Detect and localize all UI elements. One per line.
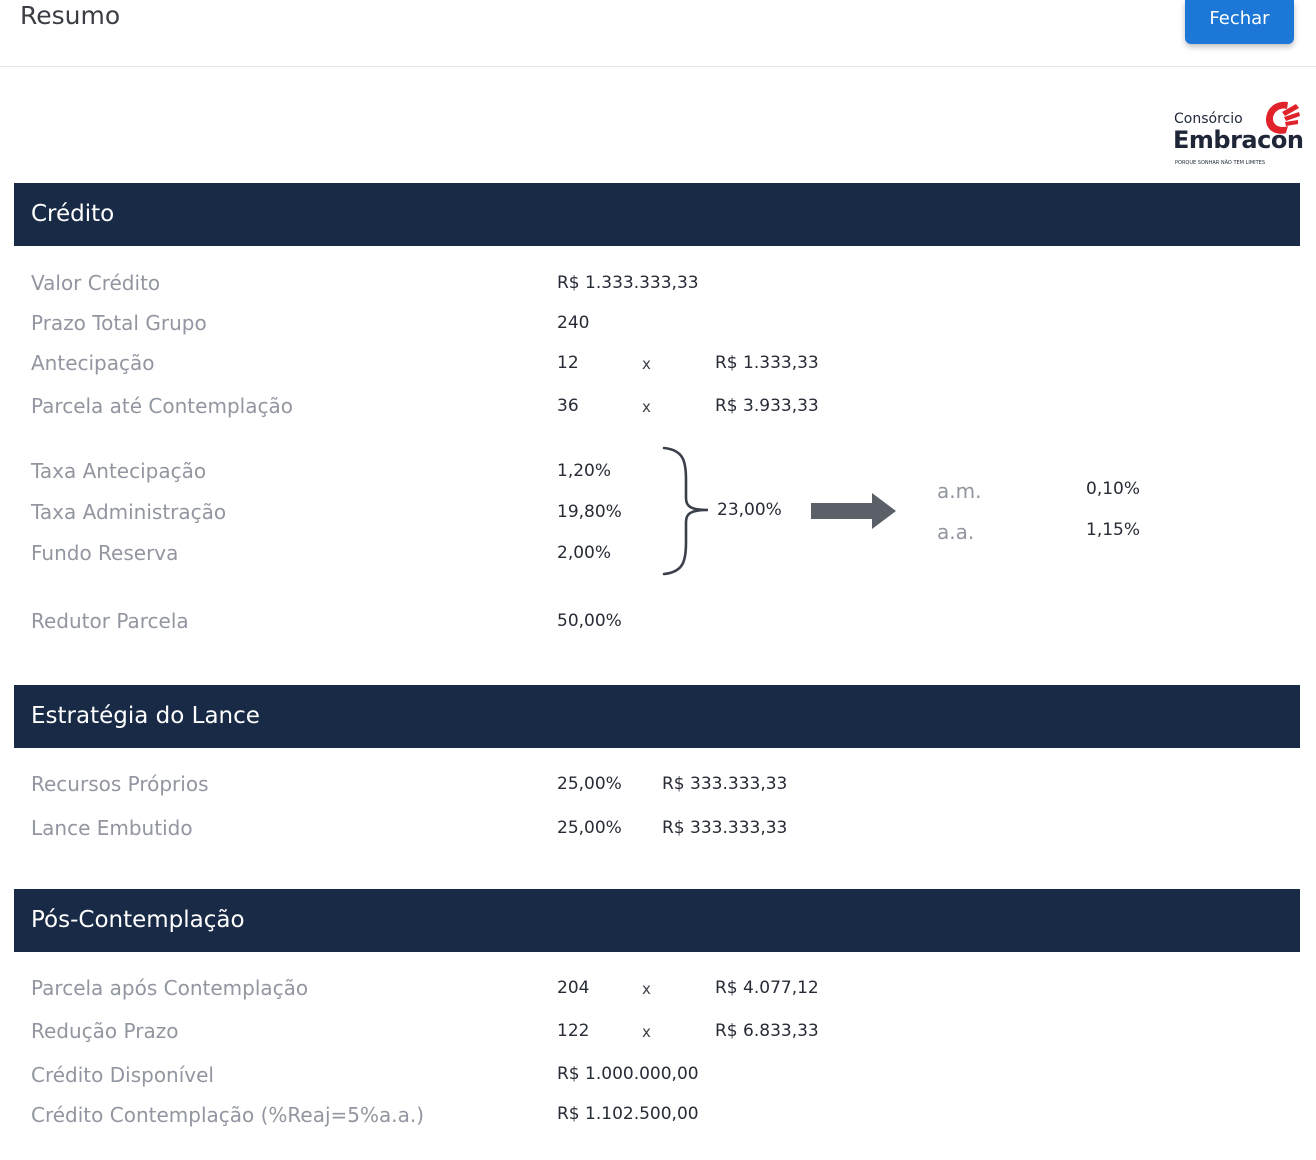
prazo-total-label: Prazo Total Grupo bbox=[31, 311, 207, 335]
embutido-label: Lance Embutido bbox=[31, 816, 193, 840]
credito-contemplacao-label: Crédito Contemplação (%Reaj=5%a.a.) bbox=[31, 1103, 425, 1127]
parcela-apos-amount: R$ 4.077,12 bbox=[715, 978, 819, 998]
recursos-pct: 25,00% bbox=[557, 774, 622, 794]
antecipacao-times: x bbox=[642, 355, 651, 373]
aa-value: 1,15% bbox=[1086, 520, 1141, 540]
curly-brace-icon bbox=[662, 446, 709, 576]
modal-title: Resumo bbox=[20, 1, 121, 30]
fundo-reserva-label: Fundo Reserva bbox=[31, 541, 179, 565]
reducao-prazo-amount: R$ 6.833,33 bbox=[715, 1021, 819, 1041]
am-label: a.m. bbox=[937, 479, 982, 503]
parcela-ate-amount: R$ 3.933,33 bbox=[715, 396, 819, 416]
parcela-apos-times: x bbox=[642, 980, 651, 998]
section-pos-header: Pós-Contemplação bbox=[14, 889, 1300, 952]
credito-disponivel-label: Crédito Disponível bbox=[31, 1063, 214, 1087]
redutor-value: 50,00% bbox=[557, 611, 622, 631]
logo-line2: Embracon bbox=[1173, 126, 1304, 154]
valor-credito-label: Valor Crédito bbox=[31, 271, 161, 295]
credito-disponivel-value: R$ 1.000.000,00 bbox=[557, 1064, 699, 1084]
parcela-ate-qty: 36 bbox=[557, 396, 579, 416]
taxa-antecipacao-label: Taxa Antecipação bbox=[31, 459, 207, 483]
embracon-logo: Consórcio Embracon PORQUE SONHAR NÃO TEM… bbox=[1168, 96, 1304, 172]
valor-credito-value: R$ 1.333.333,33 bbox=[557, 273, 699, 293]
reducao-prazo-label: Redução Prazo bbox=[31, 1019, 179, 1043]
section-estrategia-header: Estratégia do Lance bbox=[14, 685, 1300, 748]
section-credito-header: Crédito bbox=[14, 183, 1300, 246]
recursos-label: Recursos Próprios bbox=[31, 772, 209, 796]
antecipacao-qty: 12 bbox=[557, 353, 579, 373]
taxa-administracao-value: 19,80% bbox=[557, 502, 622, 522]
credito-contemplacao-value: R$ 1.102.500,00 bbox=[557, 1104, 699, 1124]
prazo-total-value: 240 bbox=[557, 313, 590, 333]
reducao-prazo-times: x bbox=[642, 1023, 651, 1041]
antecipacao-amount: R$ 1.333,33 bbox=[715, 353, 819, 373]
arrow-right-icon bbox=[811, 493, 896, 529]
parcela-apos-qty: 204 bbox=[557, 978, 590, 998]
redutor-label: Redutor Parcela bbox=[31, 609, 189, 633]
am-value: 0,10% bbox=[1086, 479, 1141, 499]
logo-tagline: PORQUE SONHAR NÃO TEM LIMITES bbox=[1175, 160, 1266, 166]
taxa-total-value: 23,00% bbox=[717, 500, 782, 520]
parcela-ate-times: x bbox=[642, 398, 651, 416]
fundo-reserva-value: 2,00% bbox=[557, 543, 612, 563]
aa-label: a.a. bbox=[937, 520, 975, 544]
parcela-apos-label: Parcela após Contemplação bbox=[31, 976, 309, 1000]
parcela-ate-label: Parcela até Contemplação bbox=[31, 394, 293, 418]
embutido-pct: 25,00% bbox=[557, 818, 622, 838]
reducao-prazo-qty: 122 bbox=[557, 1021, 590, 1041]
taxa-administracao-label: Taxa Administração bbox=[31, 500, 227, 524]
antecipacao-label: Antecipação bbox=[31, 351, 155, 375]
modal-header: Resumo Fechar bbox=[0, 0, 1316, 67]
embutido-amount: R$ 333.333,33 bbox=[662, 818, 788, 838]
taxa-antecipacao-value: 1,20% bbox=[557, 461, 612, 481]
recursos-amount: R$ 333.333,33 bbox=[662, 774, 788, 794]
close-button[interactable]: Fechar bbox=[1185, 0, 1294, 44]
